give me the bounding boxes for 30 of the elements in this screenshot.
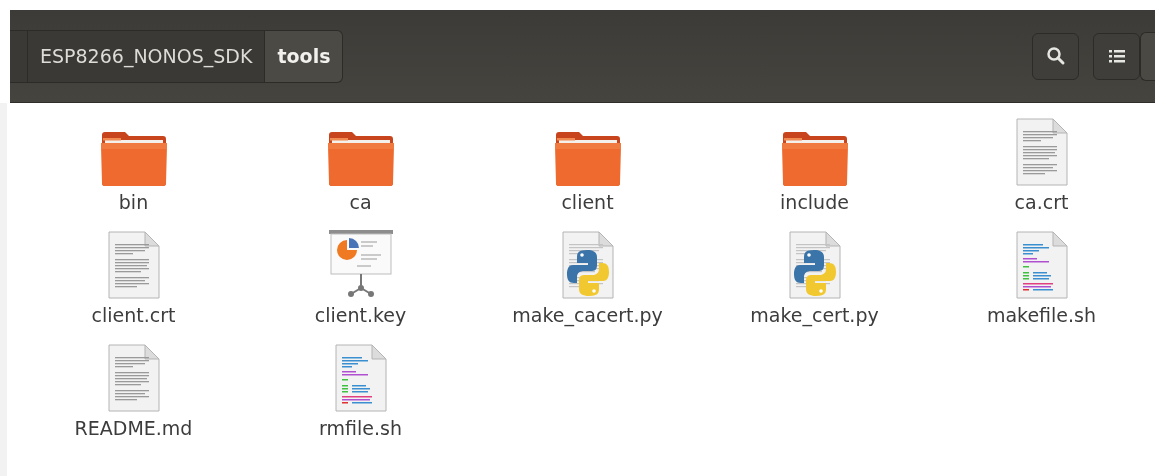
folder-icon: [779, 131, 850, 187]
file-name: ca: [349, 191, 372, 213]
presentation-icon: [326, 228, 395, 300]
script-file-icon: [1014, 230, 1069, 300]
file-name: include: [780, 191, 849, 213]
folder-icon: [552, 131, 623, 187]
file-name: makefile.sh: [986, 304, 1097, 326]
script-file-icon: [333, 343, 388, 413]
file-name: make_cert.py: [750, 304, 879, 326]
breadcrumb-button[interactable]: tools: [265, 29, 344, 83]
file-name: client: [561, 191, 614, 213]
file-name: client.key: [314, 304, 407, 326]
text-file-icon: [1014, 117, 1069, 187]
search-icon: [1045, 46, 1066, 66]
breadcrumb-button[interactable]: ESP8266_NONOS_SDK: [28, 29, 266, 83]
folder-icon: [325, 131, 396, 187]
list-icon: [1107, 48, 1126, 64]
file-name: rmfile.sh: [319, 417, 402, 439]
search-button[interactable]: [1032, 32, 1079, 80]
file-name: make_cacert.py: [512, 304, 663, 326]
file-name: README.md: [74, 417, 193, 439]
view-list-button[interactable]: [1093, 32, 1140, 80]
folder-icon: [98, 131, 169, 187]
text-file-icon: [106, 343, 161, 413]
file-name: bin: [118, 191, 149, 213]
python-file-icon: [787, 230, 842, 300]
python-file-icon: [560, 230, 615, 300]
file-name: ca.crt: [1014, 191, 1069, 213]
text-file-icon: [106, 230, 161, 300]
file-name: client.crt: [91, 304, 176, 326]
